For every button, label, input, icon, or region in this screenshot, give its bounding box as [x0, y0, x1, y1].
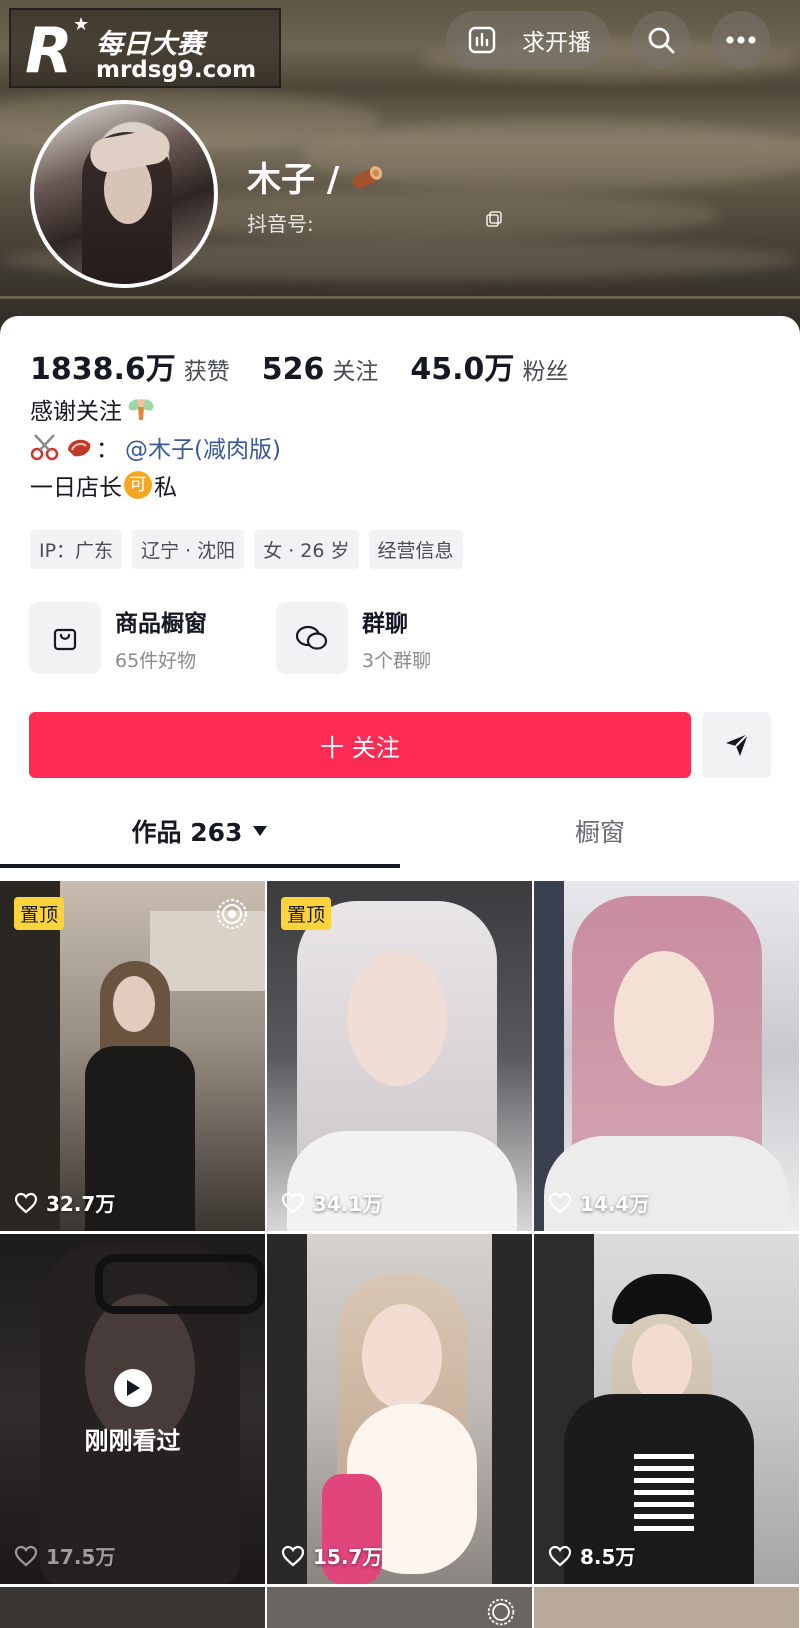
video-tile[interactable]: 14.4万 — [534, 881, 799, 1231]
heart-icon — [548, 1192, 572, 1213]
bio-text-3a: 一日店长 — [30, 475, 122, 501]
followers-label[interactable]: 粉丝 — [522, 352, 568, 386]
bio-line-3: 一日店长 可 私 — [30, 468, 177, 502]
bio-line-1: 感谢关注 — [30, 392, 156, 426]
watermark-url: mrdsg9.com — [96, 57, 257, 83]
nickname-text: 木子 / — [247, 160, 340, 200]
bio-text-3b: 私 — [154, 475, 177, 501]
request-live-button[interactable]: 求开播 — [446, 11, 610, 69]
tab-shop-window-label: 橱窗 — [574, 818, 625, 847]
video-likes: 34.1万 — [281, 1188, 382, 1217]
more-button[interactable] — [712, 11, 770, 69]
video-likes: 8.5万 — [548, 1541, 635, 1570]
heart-icon — [14, 1192, 38, 1213]
heart-icon — [281, 1192, 305, 1213]
followers-count[interactable]: 45.0万 — [410, 344, 514, 388]
shop-window-count: 65件好物 — [115, 649, 197, 672]
shop-window-title: 商品橱窗 — [115, 610, 207, 637]
stats-row: 1838.6万 获赞 526 关注 45.0万 粉丝 — [30, 344, 600, 388]
chart-icon — [468, 26, 496, 54]
following-count[interactable]: 526 — [262, 352, 325, 387]
follow-button[interactable]: 十 关注 — [29, 712, 691, 778]
search-icon — [648, 27, 675, 54]
recently-watched-label: 刚刚看过 — [84, 1427, 181, 1455]
group-chat-title: 群聊 — [362, 610, 408, 637]
likes-label: 获赞 — [183, 359, 230, 385]
video-tile[interactable]: 15.7万 — [267, 1234, 532, 1584]
following-label[interactable]: 关注 — [332, 352, 378, 386]
pinned-badge: 置顶 — [281, 897, 332, 930]
heart-icon — [14, 1545, 38, 1566]
tab-works[interactable]: 作品 263 — [0, 794, 400, 868]
bio-line-2: ： @木子(减肉版) — [30, 430, 281, 464]
watermark-logo: R ★ 每日大赛 mrdsg9.com — [9, 8, 281, 88]
profile-tags: IP：广东 辽宁 · 沈阳 女 · 26 岁 经营信息 — [30, 530, 463, 569]
live-ring-icon — [217, 899, 247, 929]
heart-icon — [548, 1545, 572, 1566]
send-icon — [725, 733, 749, 756]
tag-gender-age: 女 · 26 岁 — [254, 530, 359, 569]
request-live-label: 求开播 — [522, 30, 591, 56]
video-tile[interactable]: 刚刚看过 17.5万 — [0, 1234, 265, 1584]
heart-icon — [281, 1545, 305, 1566]
log-emoji-icon — [352, 165, 383, 189]
group-chat-count: 3个群聊 — [362, 649, 432, 672]
likes-count: 1838.6万 — [30, 352, 176, 387]
video-tile[interactable]: 置顶 34.1万 — [267, 881, 532, 1231]
share-button[interactable] — [702, 712, 771, 778]
meat-emoji-icon — [68, 439, 91, 457]
video-tile[interactable] — [0, 1587, 265, 1628]
tag-location: 辽宁 · 沈阳 — [132, 530, 245, 569]
tag-ip: IP：广东 — [30, 530, 123, 569]
video-likes: 17.5万 — [14, 1541, 115, 1570]
video-likes: 32.7万 — [14, 1188, 115, 1217]
tag-business-info[interactable]: 经营信息 — [368, 530, 463, 569]
shopping-bag-icon — [29, 602, 101, 674]
video-tile[interactable]: 置顶 32.7万 — [0, 881, 265, 1231]
tab-shop-window[interactable]: 橱窗 — [400, 794, 800, 868]
live-ring-icon — [487, 1598, 515, 1626]
video-likes: 15.7万 — [281, 1541, 382, 1570]
copy-icon[interactable] — [485, 210, 503, 228]
search-button[interactable] — [632, 11, 690, 69]
active-tab-indicator — [0, 864, 400, 868]
nickname: 木子 / — [247, 152, 385, 201]
video-tile[interactable] — [534, 1587, 799, 1628]
coin-badge: 可 — [124, 471, 152, 499]
video-tile[interactable]: 8.5万 — [534, 1234, 799, 1584]
more-icon — [726, 36, 756, 44]
caret-down-icon — [253, 826, 268, 836]
pinned-badge: 置顶 — [14, 897, 65, 930]
group-chat-entry[interactable]: 群聊 3个群聊 — [276, 602, 431, 674]
chat-bubbles-icon — [276, 602, 348, 674]
avatar[interactable] — [30, 100, 218, 288]
video-likes: 14.4万 — [548, 1188, 649, 1217]
recently-watched-overlay: 刚刚看过 — [0, 1369, 265, 1456]
fairy-emoji-icon — [128, 399, 154, 420]
play-icon — [113, 1369, 152, 1407]
bio-text-1: 感谢关注 — [30, 399, 122, 425]
shop-window-entry[interactable]: 商品橱窗 65件好物 — [29, 602, 207, 674]
douyin-id: 抖音号: — [247, 212, 314, 236]
watermark-text: 每日大赛 — [96, 29, 204, 60]
tab-works-label: 作品 263 — [131, 818, 243, 847]
content-tabs: 作品 263 橱窗 — [0, 794, 800, 868]
linked-account[interactable]: @木子(减肉版) — [125, 430, 281, 464]
video-tile[interactable] — [267, 1587, 532, 1628]
scissors-emoji-icon — [30, 434, 59, 461]
